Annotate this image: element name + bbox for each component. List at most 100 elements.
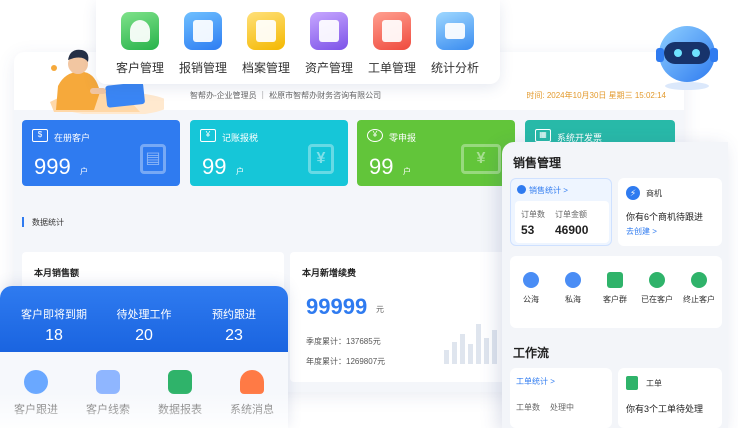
stat-label: 客户即将到期 <box>21 309 87 321</box>
stats-icon <box>436 12 474 50</box>
section-marker <box>22 217 24 227</box>
ticket-stats-card[interactable]: 工单统计 > 工单数 处理中 <box>510 368 612 428</box>
year-value: 1269807元 <box>346 357 386 366</box>
stat-value: 20 <box>135 327 153 344</box>
module-asset[interactable]: 资产管理 <box>297 12 361 76</box>
sales-stats-values: 订单数 53 订单金额 46900 <box>515 201 609 243</box>
sales-management-panel: 销售管理 销售统计 > 订单数 53 订单金额 46900 ⚡ 商机 你有6个商… <box>502 142 728 428</box>
nav-label: 客户跟进 <box>14 404 58 416</box>
sales-stats-link[interactable]: 销售统计 > <box>517 185 568 196</box>
panel-title: 本月新增续费 <box>302 268 357 278</box>
menu-terminated-customer[interactable]: 终止客户 <box>678 272 720 305</box>
ticket-icon <box>373 12 411 50</box>
nav-label: 客户线索 <box>86 404 130 416</box>
stat-card-zero-declaration[interactable]: ¥ 零申报 99 户 ¥ <box>357 120 515 186</box>
module-ticket[interactable]: 工单管理 <box>360 12 424 76</box>
mobile-stats-banner: 客户即将到期 18 待处理工作 20 预约跟进 23 <box>0 286 288 352</box>
menu-label: 私海 <box>565 295 581 304</box>
menu-customer-group[interactable]: 客户群 <box>594 272 636 305</box>
user-icon <box>565 272 581 288</box>
renewal-value: 99999 <box>306 294 368 319</box>
chart-icon <box>168 370 192 394</box>
section-title: 数据统计 <box>32 218 64 227</box>
quarter-value: 137685元 <box>346 337 381 346</box>
quarter-label: 季度累计： <box>306 337 346 346</box>
order-amount: 46900 <box>555 223 589 237</box>
menu-label: 终止客户 <box>683 295 715 304</box>
workflow-title: 工作流 <box>513 346 550 360</box>
stat-value: 18 <box>45 327 63 344</box>
module-archive[interactable]: 档案管理 <box>234 12 298 76</box>
expense-icon <box>184 12 222 50</box>
nav-label: 数据报表 <box>158 404 202 416</box>
stat-label: 待处理工作 <box>116 309 172 321</box>
archive-icon <box>247 12 285 50</box>
sales-stats-header: 销售统计 > <box>529 186 568 195</box>
menu-private-pool[interactable]: 私海 <box>552 272 594 305</box>
menu-label: 已在客户 <box>641 295 673 304</box>
ticket-card[interactable]: 工单 你有3个工单待处理 <box>618 368 722 428</box>
ticket-title: 工单 <box>646 379 662 388</box>
sales-menu: 公海 私海 客户群 已在客户 终止客户 <box>510 256 722 328</box>
invoice-icon: ▦ <box>535 129 551 142</box>
asset-icon <box>310 12 348 50</box>
order-count-label: 订单数 <box>521 210 545 219</box>
money-bill-icon: ¥ <box>461 144 501 174</box>
stat-card-unit: 户 <box>403 167 411 176</box>
nav-customer-followup[interactable]: 客户跟进 <box>0 370 72 417</box>
nav-data-reports[interactable]: 数据报表 <box>144 370 216 417</box>
sales-stats-card[interactable]: 销售统计 > 订单数 53 订单金额 46900 <box>510 178 612 246</box>
bell-icon <box>240 370 264 394</box>
coin-icon: ¥ <box>367 129 383 142</box>
ticket-stats-header: 工单统计 > <box>516 377 555 386</box>
user-stop-icon <box>691 272 707 288</box>
menu-existing-customer[interactable]: 已在客户 <box>636 272 678 305</box>
menu-label: 公海 <box>523 295 539 304</box>
nav-system-messages[interactable]: 系统消息 <box>216 370 288 417</box>
stat-card-value: 99 <box>369 154 394 179</box>
sales-panel-title: 销售管理 <box>513 156 562 170</box>
stat-card-registered-customers[interactable]: $ 在册客户 999 户 ▤ <box>22 120 180 186</box>
lightning-icon: ⚡ <box>626 186 640 200</box>
menu-public-pool[interactable]: 公海 <box>510 272 552 305</box>
stat-card-unit: 户 <box>236 167 244 176</box>
module-toolbar: 客户管理 报销管理 档案管理 资产管理 工单管理 统计分析 <box>96 0 500 84</box>
module-label: 报销管理 <box>178 61 227 75</box>
new-renewal-panel: 本月新增续费 99999 元 季度累计：137685元 年度累计：1269807… <box>290 252 520 382</box>
stat-card-label: 在册客户 <box>54 133 91 143</box>
nav-customer-leads[interactable]: 客户线索 <box>72 370 144 417</box>
panel-title: 本月销售额 <box>34 268 80 278</box>
user-icon <box>24 370 48 394</box>
dashboard-time: 时间: 2024年10月30日 星期三 15:02:14 <box>526 91 666 100</box>
ticket-count-label: 工单数 <box>516 403 540 412</box>
module-expense[interactable]: 报销管理 <box>171 12 235 76</box>
stat-card-unit: 户 <box>80 167 88 176</box>
stat-expiring-customers[interactable]: 客户即将到期 18 <box>8 306 100 345</box>
quarter-total: 季度累计：137685元 <box>306 336 381 347</box>
create-opportunity-link[interactable]: 去创建 > <box>626 226 657 237</box>
module-label: 客户管理 <box>115 61 164 75</box>
chart-icon <box>517 185 526 194</box>
menu-label: 客户群 <box>603 295 627 304</box>
stat-card-bookkeeping[interactable]: ¥ 记账报税 99 户 ¥ <box>190 120 348 186</box>
opportunity-card[interactable]: ⚡ 商机 你有6个商机待跟进 去创建 > <box>618 178 722 246</box>
mobile-nav: 客户跟进 客户线索 数据报表 系统消息 <box>0 352 288 428</box>
stat-label: 预约跟进 <box>212 309 256 321</box>
document-icon <box>626 376 638 390</box>
year-label: 年度累计： <box>306 357 346 366</box>
chat-icon <box>607 272 623 288</box>
stat-value: 23 <box>225 327 243 344</box>
stat-card-value: 999 <box>34 154 71 179</box>
stat-appointments[interactable]: 预约跟进 23 <box>188 306 280 345</box>
module-customer[interactable]: 客户管理 <box>108 12 172 76</box>
nav-label: 系统消息 <box>230 404 274 416</box>
module-stats[interactable]: 统计分析 <box>423 12 487 76</box>
dashboard-subtitle: 智帮办-企业管理员 ｜ 松原市智帮办财务咨询有限公司 <box>190 91 382 100</box>
ticket-desc: 你有3个工单待处理 <box>626 404 704 414</box>
customer-icon <box>121 12 159 50</box>
stat-pending-work[interactable]: 待处理工作 20 <box>98 306 190 345</box>
module-label: 统计分析 <box>430 61 479 75</box>
yen-icon: ¥ <box>200 129 216 142</box>
id-card-icon: ▤ <box>140 144 166 174</box>
stat-card-label: 零申报 <box>389 133 417 143</box>
